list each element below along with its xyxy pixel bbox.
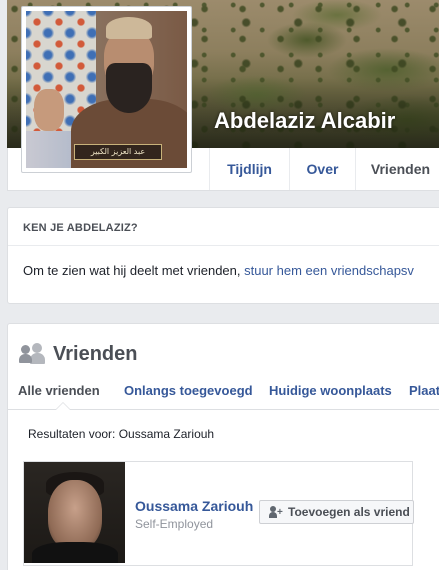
- beard-shape: [106, 63, 152, 113]
- hand-shape: [34, 89, 64, 131]
- tab-alle-vrienden[interactable]: Alle vrienden: [18, 383, 100, 398]
- shoulders-shape: [32, 542, 118, 563]
- friend-name[interactable]: Oussama Zariouh: [135, 498, 253, 514]
- add-friend-label: Toevoegen als vriend: [288, 505, 410, 519]
- profile-picture-image: عبد العزيز الكبير: [26, 11, 187, 168]
- tab-onlangs-toegevoegd[interactable]: Onlangs toegevoegd: [124, 383, 253, 398]
- tab-vrienden[interactable]: Vrienden: [355, 148, 439, 190]
- divider: [8, 245, 439, 246]
- photo-caption: عبد العزيز الكبير: [74, 144, 162, 160]
- friends-card: Vrienden Alle vrienden Onlangs toegevoeg…: [7, 323, 439, 570]
- results-label: Resultaten voor: Oussama Zariouh: [28, 427, 215, 441]
- friends-tabs: Alle vrienden Onlangs toegevoegd Huidige…: [8, 379, 439, 410]
- add-friend-button[interactable]: + Toevoegen als vriend: [259, 500, 414, 524]
- send-friend-request-link[interactable]: stuur hem een vriendschapsv: [244, 263, 414, 278]
- friends-icon: [19, 343, 45, 365]
- active-tab-indicator: [55, 402, 71, 410]
- friends-title[interactable]: Vrienden: [53, 343, 137, 366]
- face-shape: [48, 480, 102, 550]
- list-item: Oussama Zariouh Self-Employed + Toevoege…: [23, 461, 414, 566]
- friends-header: Vrienden: [19, 341, 137, 367]
- know-card-title: KEN JE ABDELAZIZ?: [23, 222, 138, 234]
- profile-name[interactable]: Abdelaziz Alcabir: [214, 108, 395, 134]
- cap-shape: [106, 17, 152, 39]
- add-friend-icon: +: [269, 506, 283, 518]
- friend-avatar[interactable]: [24, 462, 125, 563]
- know-card: KEN JE ABDELAZIZ? Om te zien wat hij dee…: [7, 207, 439, 304]
- tab-tijdlijn[interactable]: Tijdlijn: [209, 148, 289, 190]
- know-card-message: Om te zien wat hij deelt met vrienden,: [23, 263, 245, 278]
- profile-page: Abdelaziz Alcabir عبد العزيز الكبير Tijd…: [0, 0, 439, 570]
- tab-huidige-woonplaats[interactable]: Huidige woonplaats: [269, 383, 392, 398]
- tab-over[interactable]: Over: [289, 148, 355, 190]
- know-card-text: Om te zien wat hij deelt met vrienden, s…: [23, 263, 414, 278]
- friend-subtitle: Self-Employed: [135, 517, 214, 531]
- profile-picture[interactable]: عبد العزيز الكبير: [21, 6, 192, 173]
- tab-plaats[interactable]: Plaat: [409, 383, 439, 398]
